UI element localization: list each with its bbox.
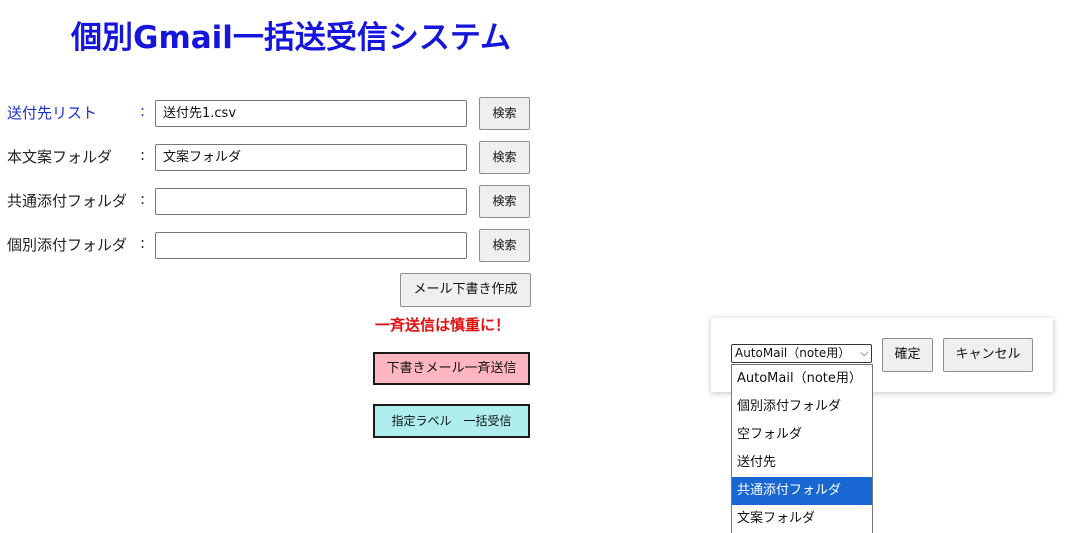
confirm-button[interactable]: 確定 [882, 338, 933, 372]
body-folder-colon: : [140, 146, 146, 164]
dropdown-option[interactable]: 空フォルダ [732, 421, 872, 449]
dropdown-option[interactable]: 文案フォルダ [732, 505, 872, 533]
body-folder-search-button[interactable]: 検索 [479, 141, 530, 174]
dropdown-option[interactable]: 個別添付フォルダ [732, 393, 872, 421]
dropdown-option[interactable]: AutoMail（note用） [732, 365, 872, 393]
dropdown-option-highlighted[interactable]: 共通添付フォルダ [732, 477, 872, 505]
common-attachment-folder-label: 共通添付フォルダ [7, 192, 128, 210]
body-folder-input[interactable]: 文案フォルダ [155, 144, 467, 171]
create-draft-button[interactable]: メール下書き作成 [400, 273, 531, 307]
cancel-button[interactable]: キャンセル [943, 338, 1033, 372]
individual-attachment-folder-search-button[interactable]: 検索 [479, 229, 530, 262]
body-folder-label: 本文案フォルダ [7, 148, 113, 166]
individual-attachment-folder-input[interactable] [155, 232, 467, 259]
page: 個別Gmail一括送受信システム 送付先リスト : 送付先1.csv 検索 本文… [0, 0, 1068, 533]
bulk-receive-label-button[interactable]: 指定ラベル 一括受信 [373, 404, 530, 438]
common-attachment-folder-search-button[interactable]: 検索 [479, 185, 530, 218]
recipient-list-input[interactable]: 送付先1.csv [155, 100, 467, 127]
page-title: 個別Gmail一括送受信システム [71, 20, 511, 56]
dropdown-option[interactable]: 送付先 [732, 449, 872, 477]
label-select[interactable]: AutoMail（note用） ⌵ [731, 344, 872, 363]
chevron-down-icon: ⌵ [860, 348, 868, 359]
individual-attachment-folder-label: 個別添付フォルダ [7, 236, 128, 254]
individual-attachment-folder-colon: : [140, 234, 146, 252]
common-attachment-folder-input[interactable] [155, 188, 467, 215]
label-select-value: AutoMail（note用） [735, 346, 851, 360]
bulk-send-drafts-button[interactable]: 下書きメール一斉送信 [373, 352, 530, 385]
recipient-list-search-button[interactable]: 検索 [479, 97, 530, 130]
common-attachment-folder-colon: : [140, 190, 146, 208]
recipient-list-colon: : [140, 102, 146, 120]
recipient-list-label: 送付先リスト [7, 104, 98, 122]
label-select-dropdown: AutoMail（note用） 個別添付フォルダ 空フォルダ 送付先 共通添付フ… [731, 364, 873, 533]
bulk-send-warning: 一斉送信は慎重に！ [375, 316, 511, 334]
